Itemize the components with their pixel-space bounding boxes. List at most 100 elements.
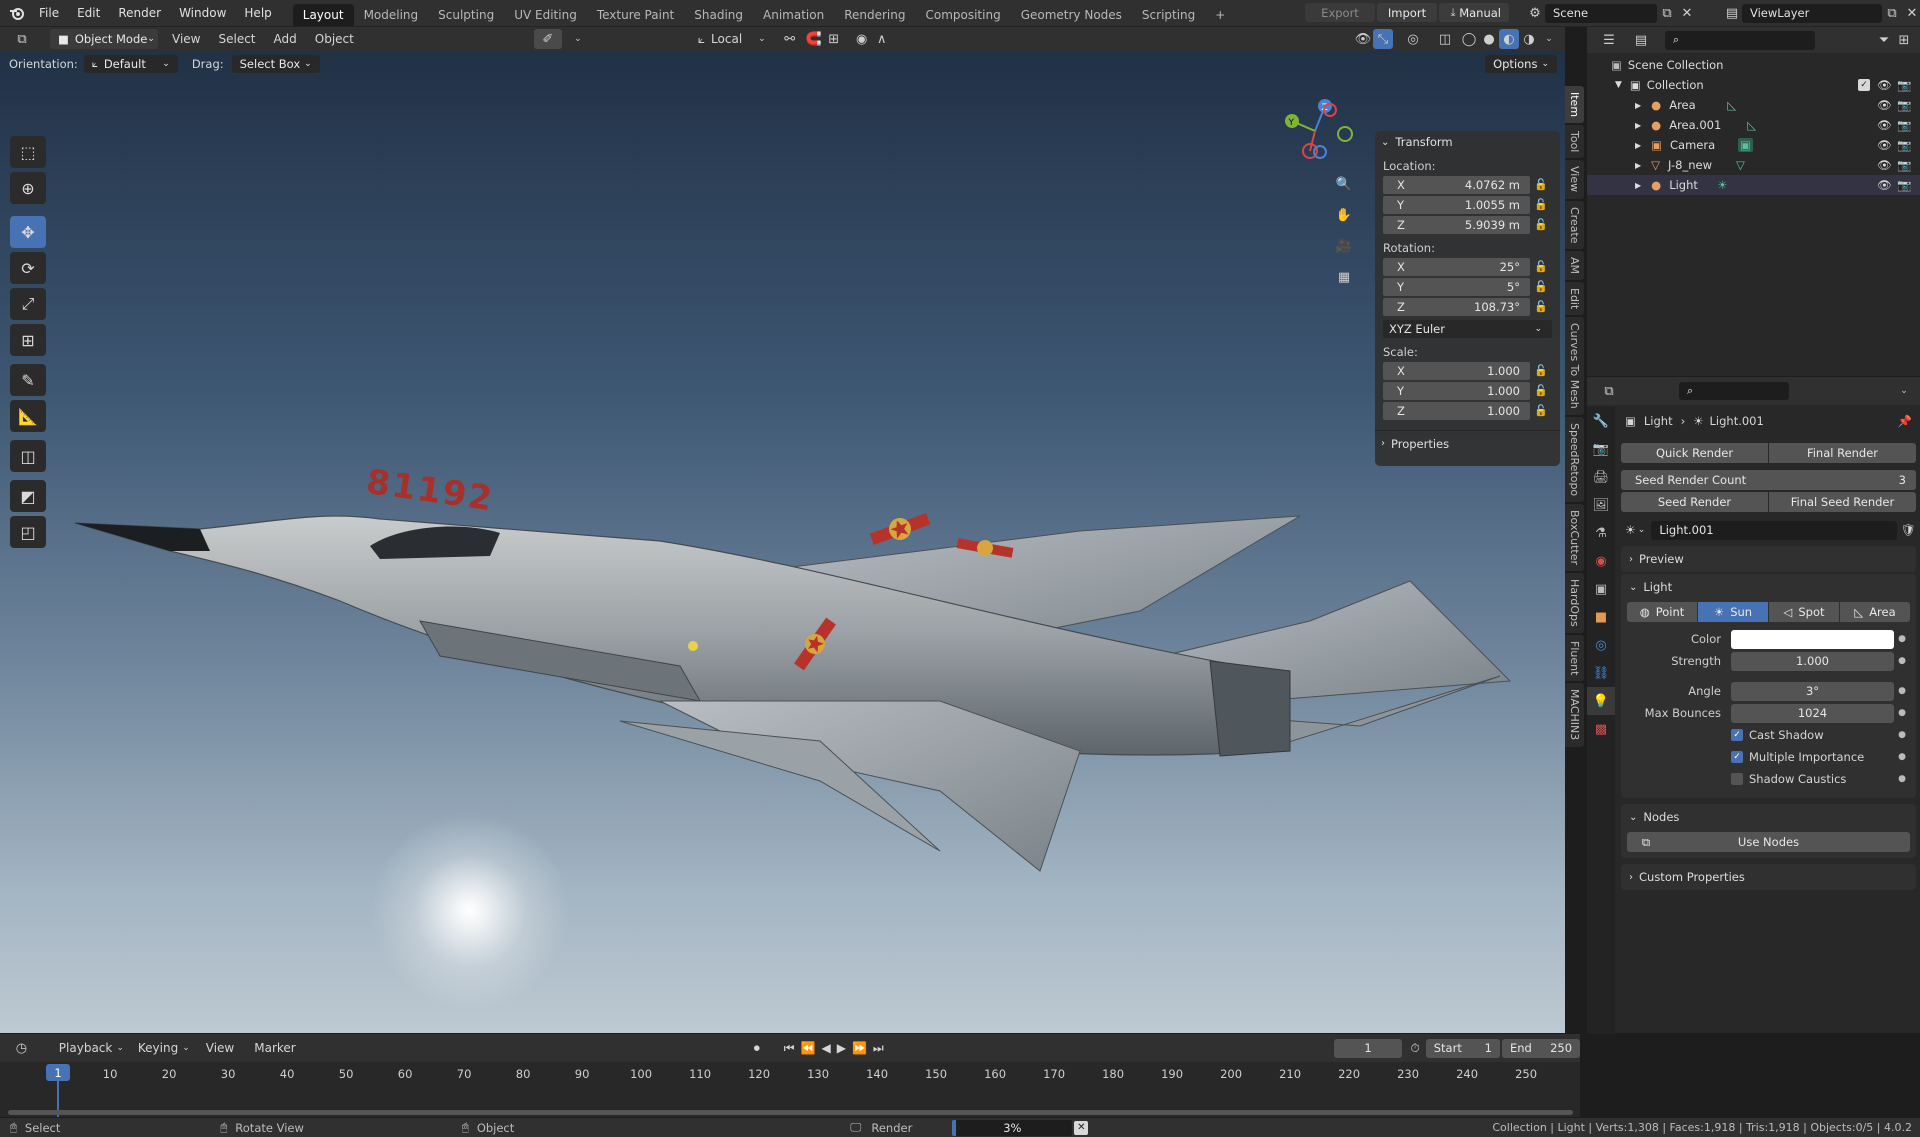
render-tab-icon[interactable]: 📷 [1587, 435, 1615, 463]
world-tab-icon[interactable]: ◉ [1587, 547, 1615, 575]
outliner-item-camera[interactable]: ▶ ▣ Camera ▣ 👁 📷 [1587, 135, 1920, 155]
object-origin-dot[interactable] [688, 641, 698, 651]
perspective-grid-icon[interactable]: ▦ [1330, 263, 1358, 291]
menu-render[interactable]: Render [118, 6, 161, 20]
mode-dropdown[interactable]: ■ Object Mode ⌄ [50, 29, 158, 49]
jump-start-icon[interactable]: ⏮ [784, 1041, 795, 1056]
constraints-tab-icon[interactable]: ⛓ [1587, 659, 1615, 687]
falloff-icon[interactable]: ∧ [872, 29, 892, 49]
light-type-spot[interactable]: ◁ Spot [1769, 602, 1839, 622]
menu-view[interactable]: View [172, 32, 200, 46]
output-tab-icon[interactable]: 🖨 [1587, 463, 1615, 491]
location-z-field[interactable]: Z 5.9039 m [1383, 215, 1530, 234]
menu-file[interactable]: File [39, 6, 59, 20]
location-y-field[interactable]: Y 1.0055 m [1383, 195, 1530, 214]
lock-icon[interactable]: 🔓 [1530, 280, 1552, 293]
timeline-track[interactable]: 10 20 30 40 50 60 70 80 90 100 110 120 130 140 150 160 1… [0, 1062, 1580, 1118]
outliner-collection[interactable]: ▼ ▣ Collection ✓ 👁 📷 [1587, 75, 1920, 95]
tab-compositing[interactable]: Compositing [915, 4, 1010, 26]
render-camera-icon[interactable]: 📷 [1897, 138, 1911, 152]
keyframe-dot-icon[interactable]: ● [1894, 656, 1910, 666]
scale-x-field[interactable]: X 1.000 [1383, 361, 1530, 380]
tab-scripting[interactable]: Scripting [1132, 4, 1205, 26]
orientation-dropdown[interactable]: ⟀ Default ⌄ [83, 55, 178, 73]
sidebar-tab-tool[interactable]: Tool [1565, 125, 1584, 159]
menu-marker[interactable]: Marker [254, 1041, 295, 1055]
lock-icon[interactable]: 🔓 [1530, 384, 1552, 397]
viewlayer-selector[interactable]: ▤ ViewLayer ⧉ ✕ [1722, 3, 1920, 23]
render-camera-icon[interactable]: 📷 [1897, 118, 1911, 132]
sidebar-tab-edit[interactable]: Edit [1565, 282, 1584, 316]
snap-target-icon[interactable]: ⊞ [824, 29, 844, 49]
collection-exclude-checkbox[interactable]: ✓ [1858, 79, 1870, 91]
play-icon[interactable]: ▶ [837, 1041, 846, 1055]
menu-playback[interactable]: Playback [59, 1041, 113, 1055]
seed-render-count-field[interactable]: Seed Render Count 3 [1621, 470, 1916, 490]
tab-modeling[interactable]: Modeling [354, 4, 429, 26]
visibility-eye-icon[interactable]: 👁 [1877, 158, 1892, 172]
annotate-tool[interactable]: ✎ [10, 364, 46, 396]
multiple-importance-checkbox[interactable]: ✓ Multiple Importance [1731, 750, 1894, 764]
transform-orientation-dropdown[interactable]: ⟀ Local ⌄ [698, 32, 766, 47]
menu-view[interactable]: View [206, 1041, 234, 1055]
menu-select[interactable]: Select [218, 32, 255, 46]
manual-button[interactable]: ⤓ Manual [1439, 3, 1509, 22]
xray-icon[interactable]: ◫ [1435, 29, 1455, 49]
tool-tab-icon[interactable]: 🔧 [1587, 407, 1615, 435]
pin-icon[interactable]: 📌 [1898, 414, 1912, 428]
sidebar-tab-hardops[interactable]: HardOps [1565, 573, 1584, 634]
end-frame-field[interactable]: End 250 [1502, 1038, 1581, 1058]
chevron-down-icon[interactable]: ⌄ [1638, 525, 1646, 535]
rotation-x-field[interactable]: X 25° [1383, 257, 1530, 276]
drag-dropdown[interactable]: Select Box ⌄ [231, 55, 320, 73]
menu-add[interactable]: Add [274, 32, 297, 46]
menu-help[interactable]: Help [244, 6, 271, 20]
overlay-icon[interactable]: ◎ [1403, 29, 1423, 49]
lock-icon[interactable]: 🔓 [1530, 198, 1552, 211]
render-camera-icon[interactable]: 📷 [1897, 178, 1911, 192]
camera-view-icon[interactable]: 🎥 [1330, 232, 1358, 260]
scale-z-field[interactable]: Z 1.000 [1383, 401, 1530, 420]
record-icon[interactable]: ⏺ [754, 1041, 760, 1056]
menu-edit[interactable]: Edit [77, 6, 100, 20]
viewlayer-copy-icon[interactable]: ⧉ [1882, 3, 1902, 23]
tab-uv-editing[interactable]: UV Editing [504, 4, 587, 26]
visibility-eye-icon[interactable]: 👁 [1877, 98, 1892, 112]
eyedropper-icon[interactable]: ✐ [533, 29, 562, 49]
tab-rendering[interactable]: Rendering [834, 4, 915, 26]
jump-key-forward-icon[interactable]: ⏩ [852, 1041, 867, 1055]
navigation-gizmo[interactable]: Z Y [1270, 96, 1360, 166]
texture-tab-icon[interactable]: ▩ [1587, 715, 1615, 743]
measure-tool[interactable]: 📐 [10, 400, 46, 432]
seed-render-button[interactable]: Seed Render [1621, 492, 1768, 512]
max-bounces-field[interactable]: 1024 [1731, 703, 1894, 723]
lock-icon[interactable]: 🔓 [1530, 260, 1552, 273]
sidebar-tab-machin3[interactable]: MACHIN3 [1565, 683, 1584, 747]
light-type-area[interactable]: ◺ Area [1840, 602, 1910, 622]
light-panel-header[interactable]: ⌄ Light [1621, 574, 1916, 600]
viewlayer-field[interactable]: ViewLayer [1742, 3, 1882, 23]
keyframe-dot-icon[interactable]: ● [1894, 730, 1910, 740]
breadcrumb-object[interactable]: Light [1644, 414, 1673, 428]
lock-icon[interactable]: 🔓 [1530, 300, 1552, 313]
scene-tab-icon[interactable]: ⚗ [1587, 519, 1615, 547]
visibility-icon[interactable]: 👁 [1353, 29, 1373, 49]
light-data-tab-icon[interactable]: 💡 [1587, 687, 1615, 715]
editor-type-icon[interactable]: ⧉ [1599, 381, 1619, 401]
angle-field[interactable]: 3° [1731, 681, 1894, 701]
editor-type-icon[interactable]: ⧉ [12, 29, 32, 49]
visibility-eye-icon[interactable]: 👁 [1877, 138, 1892, 152]
menu-keying[interactable]: Keying [138, 1041, 178, 1055]
object-tab-icon[interactable]: ■ [1587, 603, 1615, 631]
tab-animation[interactable]: Animation [753, 4, 834, 26]
chevron-down-icon[interactable]: ⌄ [1539, 29, 1559, 49]
menu-window[interactable]: Window [179, 6, 226, 20]
sidebar-tab-fluent[interactable]: Fluent [1565, 635, 1584, 682]
scale-y-field[interactable]: Y 1.000 [1383, 381, 1530, 400]
display-mode-icon[interactable]: ▤ [1631, 30, 1651, 50]
use-nodes-button[interactable]: ⧉ Use Nodes [1627, 832, 1910, 852]
scene-close-icon[interactable]: ✕ [1677, 3, 1697, 23]
outliner-search-input[interactable]: ⌕ [1665, 30, 1815, 50]
cursor-tool[interactable]: ⊕ [10, 172, 46, 204]
start-frame-field[interactable]: Start 1 [1425, 1038, 1500, 1058]
